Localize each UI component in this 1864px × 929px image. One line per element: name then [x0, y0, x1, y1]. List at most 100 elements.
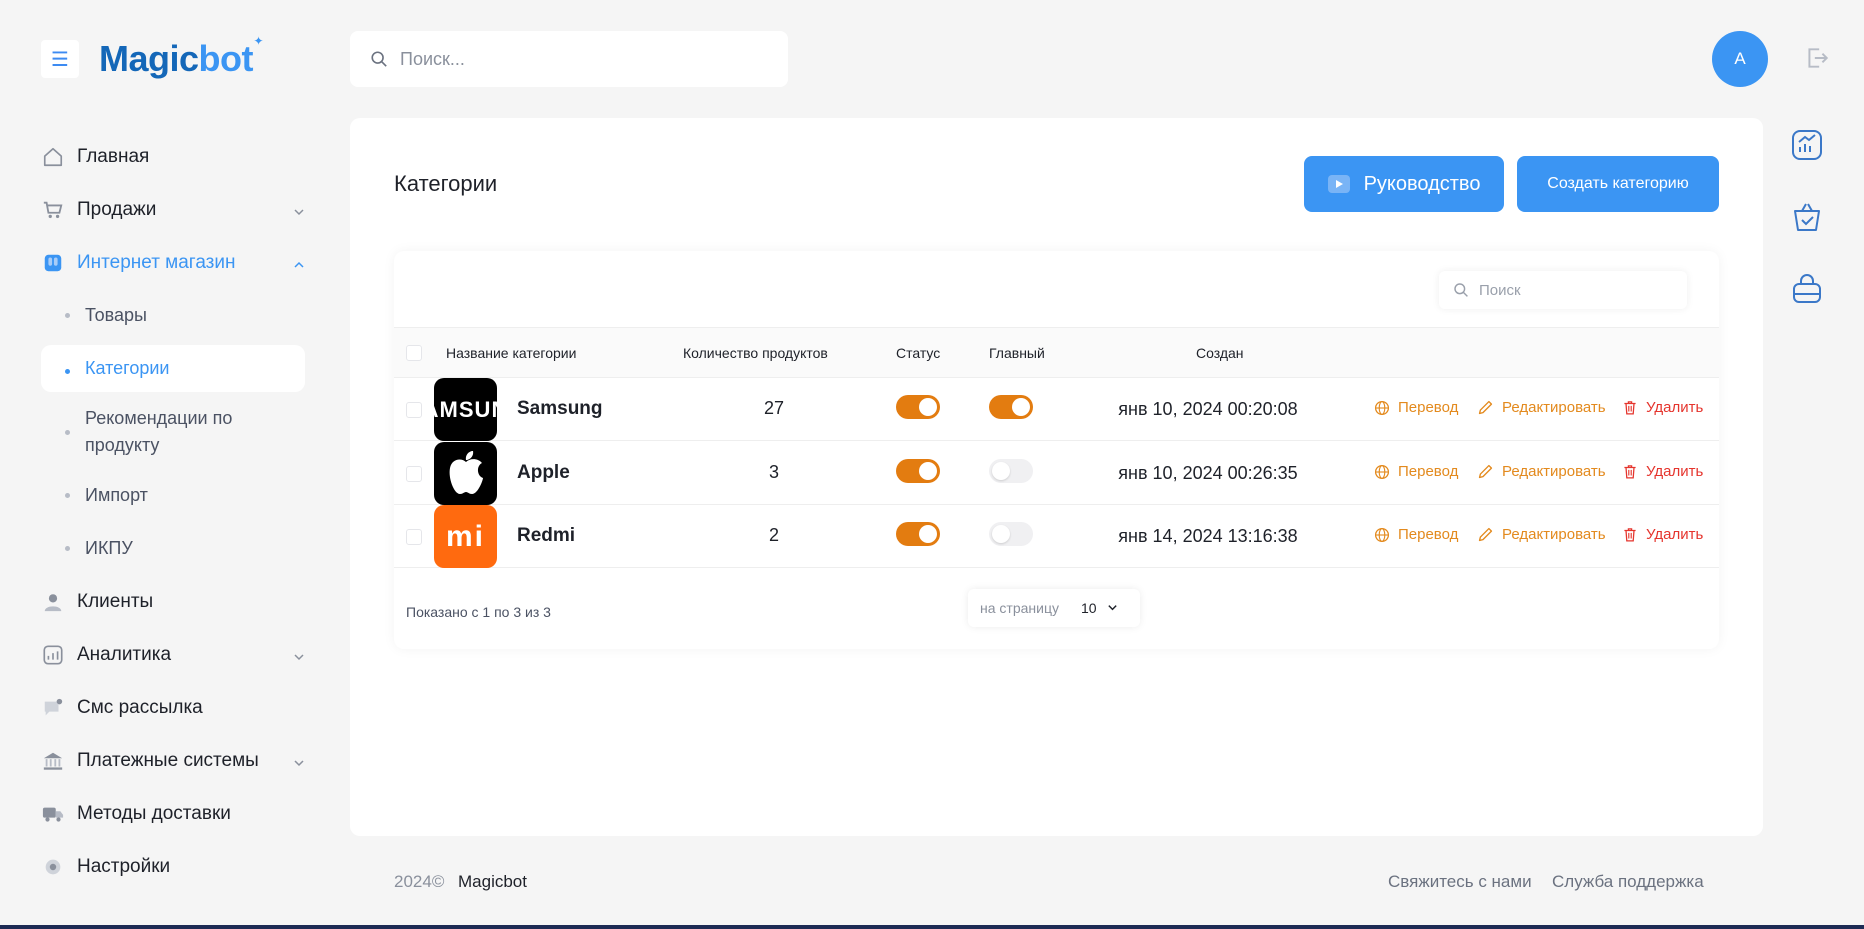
sidebar-item-home[interactable]: Главная — [41, 130, 305, 183]
chevron-down-icon — [293, 202, 305, 224]
footer-support-link[interactable]: Служба поддержка — [1552, 872, 1704, 892]
translate-button[interactable]: Перевод — [1374, 526, 1458, 543]
sidebar-item-analytics[interactable]: Аналитика — [41, 628, 305, 681]
sidebar-item-clients[interactable]: Клиенты — [41, 575, 305, 628]
column-header-status[interactable]: Статус — [896, 345, 940, 361]
globe-icon — [1374, 527, 1390, 542]
table-row: mi Redmi 2 янв 14, 2024 13:16:38 Перевод… — [394, 505, 1719, 568]
sidebar-item-label: Главная — [77, 145, 150, 167]
footer-brand[interactable]: Magicbot — [458, 872, 527, 892]
select-all-checkbox[interactable] — [406, 345, 422, 361]
row-checkbox[interactable] — [406, 402, 422, 418]
cart-icon — [41, 198, 65, 222]
category-name: Redmi — [517, 525, 576, 546]
product-count: 3 — [768, 462, 779, 482]
guide-button[interactable]: Руководство — [1304, 156, 1504, 212]
created-date: янв 14, 2024 13:16:38 — [1118, 526, 1298, 546]
table-row: AMSUN Samsung 27 янв 10, 2024 00:20:08 П… — [394, 378, 1719, 441]
status-toggle[interactable] — [896, 459, 940, 483]
sidebar-subitem-import[interactable]: Импорт — [41, 469, 305, 522]
global-search-input[interactable]: Поиск... — [350, 31, 788, 87]
per-page-select[interactable]: на страницу 10 — [968, 589, 1140, 627]
main-toggle[interactable] — [989, 459, 1033, 483]
column-header-main[interactable]: Главный — [989, 345, 1045, 361]
basket-check-icon[interactable] — [1790, 200, 1824, 234]
main-toggle[interactable] — [989, 395, 1033, 419]
delete-button[interactable]: Удалить — [1622, 526, 1703, 543]
categories-table: Поиск Название категории Количество прод… — [394, 251, 1719, 649]
product-count: 27 — [763, 398, 785, 418]
sidebar-item-label: Смс рассылка — [77, 696, 203, 718]
chevron-down-icon — [293, 753, 305, 775]
apple-logo — [434, 442, 497, 505]
sidebar-item-label: Платежные системы — [77, 749, 259, 771]
main-toggle[interactable] — [989, 522, 1033, 546]
analytics-icon — [41, 643, 65, 667]
logo[interactable]: Magicbot ✦ — [99, 34, 263, 80]
create-category-button[interactable]: Создать категорию — [1517, 156, 1719, 212]
globe-icon — [1374, 400, 1390, 415]
created-date: янв 10, 2024 00:20:08 — [1118, 399, 1298, 419]
search-icon — [1454, 283, 1468, 297]
edit-button[interactable]: Редактировать — [1477, 399, 1606, 416]
status-toggle[interactable] — [896, 522, 940, 546]
edit-button[interactable]: Редактировать — [1477, 526, 1606, 543]
column-header-name[interactable]: Название категории — [446, 345, 576, 361]
sparkle-icon: ✦ — [253, 34, 263, 48]
sidebar-item-settings[interactable]: Настройки — [41, 840, 305, 893]
pencil-icon — [1478, 400, 1493, 415]
translate-button[interactable]: Перевод — [1374, 399, 1458, 416]
sidebar-subitem-ikpu[interactable]: ИКПУ — [41, 522, 305, 575]
sidebar-item-label: Настройки — [77, 855, 171, 877]
sidebar-nav: Главная Продажи Интернет магазин Товары … — [41, 130, 305, 893]
footer-contact-link[interactable]: Свяжитесь с нами — [1388, 872, 1532, 892]
pencil-icon — [1478, 527, 1493, 542]
shopping-bag-icon[interactable] — [1790, 272, 1824, 306]
logout-icon[interactable] — [1804, 45, 1830, 76]
created-date: янв 10, 2024 00:26:35 — [1118, 463, 1298, 483]
translate-button[interactable]: Перевод — [1374, 463, 1458, 480]
sidebar-subitem-categories[interactable]: Категории — [41, 345, 305, 392]
status-toggle[interactable] — [896, 395, 940, 419]
pencil-icon — [1478, 464, 1493, 479]
sidebar-item-online-store[interactable]: Интернет магазин — [41, 236, 305, 289]
sidebar: ☰ Magicbot ✦ Главная Продажи Интернет маг… — [0, 0, 330, 929]
online-store-submenu: Товары Категории Рекомендации по продукт… — [41, 289, 305, 575]
sidebar-item-label: Аналитика — [77, 643, 172, 665]
edit-button[interactable]: Редактировать — [1477, 463, 1606, 480]
search-placeholder: Поиск... — [400, 48, 465, 69]
sidebar-item-delivery[interactable]: Методы доставки — [41, 787, 305, 840]
sidebar-item-payments[interactable]: Платежные системы — [41, 734, 305, 787]
sidebar-item-sms[interactable]: Смс рассылка — [41, 681, 305, 734]
gear-icon — [41, 855, 65, 879]
play-video-icon — [1327, 175, 1350, 193]
sidebar-item-label: Методы доставки — [77, 802, 231, 824]
pagination-summary: Показано с 1 по 3 из 3 — [406, 604, 551, 620]
sidebar-item-label: Клиенты — [77, 590, 154, 612]
trash-icon — [1624, 528, 1636, 542]
samsung-logo: AMSUN — [434, 378, 497, 441]
sidebar-item-sales[interactable]: Продажи — [41, 183, 305, 236]
home-icon — [41, 145, 65, 169]
column-header-count[interactable]: Количество продуктов — [683, 345, 828, 361]
product-count: 2 — [768, 525, 779, 545]
user-icon — [41, 590, 65, 614]
row-checkbox[interactable] — [406, 529, 422, 545]
chevron-down-icon — [1107, 600, 1118, 616]
sidebar-subitem-recommendations[interactable]: Рекомендации по продукту — [41, 395, 305, 469]
xiaomi-logo: mi — [434, 505, 497, 568]
sidebar-subitem-products[interactable]: Товары — [41, 289, 305, 342]
menu-toggle-icon[interactable]: ☰ — [41, 40, 79, 78]
truck-icon — [41, 802, 65, 826]
row-checkbox[interactable] — [406, 466, 422, 482]
delete-button[interactable]: Удалить — [1622, 463, 1703, 480]
delete-button[interactable]: Удалить — [1622, 399, 1703, 416]
table-search-input[interactable]: Поиск — [1439, 271, 1687, 309]
chevron-up-icon — [293, 255, 305, 277]
column-header-created[interactable]: Создан — [1196, 345, 1244, 361]
analytics-shortcut-icon[interactable] — [1790, 128, 1824, 162]
trash-icon — [1624, 465, 1636, 479]
table-row: Apple 3 янв 10, 2024 00:26:35 Перевод Ре… — [394, 442, 1719, 505]
window-bottom-border — [0, 925, 1864, 929]
avatar[interactable]: A — [1712, 31, 1768, 87]
